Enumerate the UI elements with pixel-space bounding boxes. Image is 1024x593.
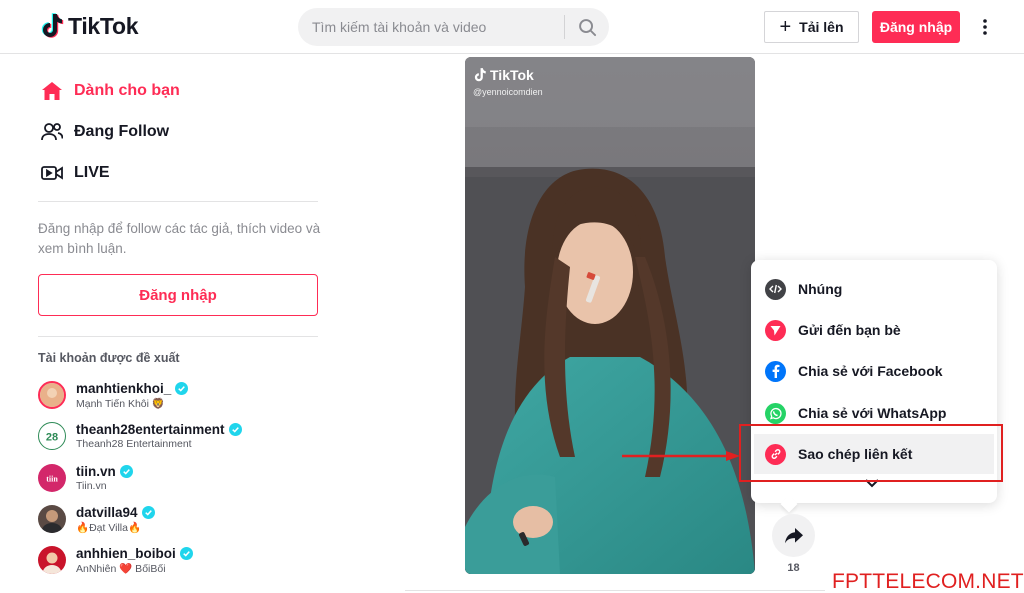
account-username: manhtienkhoi_ <box>76 381 189 396</box>
send-icon <box>765 319 786 341</box>
more-options-button[interactable] <box>976 14 994 40</box>
watermark-username: @yennoicomdien <box>473 87 543 97</box>
menu-pointer <box>780 495 798 513</box>
suggested-account[interactable]: manhtienkhoi_ Mạnh Tiến Khôi 🦁 <box>38 377 189 413</box>
site-watermark: FPTTELECOM.NET <box>832 570 1024 593</box>
verified-icon <box>141 505 155 519</box>
avatar: tiin <box>38 464 66 492</box>
home-icon <box>40 79 64 103</box>
nav-label: Đang Follow <box>74 123 170 140</box>
account-username: anhhien_boiboi <box>76 546 193 561</box>
suggested-account[interactable]: anhhien_boiboi AnNhiên ❤️ BốiBối <box>38 542 193 578</box>
plus-icon: + <box>779 16 792 38</box>
nav-label: LIVE <box>74 164 110 181</box>
annotation-arrow-icon <box>622 451 740 461</box>
divider <box>405 590 825 591</box>
avatar <box>38 505 66 533</box>
highlight-box <box>739 424 1003 482</box>
divider <box>38 201 318 202</box>
account-username: datvilla94 <box>76 505 155 520</box>
upload-label: Tải lên <box>799 19 844 35</box>
tiktok-logo-icon <box>41 13 64 38</box>
live-icon <box>40 161 64 185</box>
video-player[interactable]: TikTok @yennoicomdien <box>465 57 755 574</box>
account-display-name: AnNhiên ❤️ BốiBối <box>76 562 166 575</box>
svg-text:tiin: tiin <box>46 475 58 484</box>
login-hint-text: Đăng nhập để follow các tác giả, thích v… <box>38 221 321 256</box>
avatar <box>38 381 66 409</box>
users-icon <box>40 120 64 144</box>
share-embed[interactable]: Nhúng <box>751 269 997 309</box>
account-username: tiin.vn <box>76 464 133 479</box>
verified-icon <box>179 546 193 560</box>
tiktok-logo[interactable]: TikTok <box>40 12 139 40</box>
top-bar: TikTok + Tải lên Đăng nhập <box>0 0 1024 54</box>
avatar: 28 <box>38 422 66 450</box>
search-icon <box>578 18 596 36</box>
tiktok-logo-icon <box>474 68 486 82</box>
suggested-account[interactable]: tiin tiin.vn Tiin.vn <box>38 460 133 496</box>
nav-item-live[interactable]: LIVE <box>40 161 110 185</box>
account-display-name: Tiin.vn <box>76 480 107 492</box>
search-button[interactable] <box>565 8 609 46</box>
divider <box>38 336 318 337</box>
nav-label: Dành cho bạn <box>74 82 180 99</box>
logo-text: TikTok <box>68 12 139 39</box>
suggested-accounts-title: Tài khoản được đề xuất <box>38 351 180 365</box>
search-input[interactable] <box>298 8 564 46</box>
search-bar <box>298 8 609 46</box>
verified-icon <box>175 381 189 395</box>
nav-item-for-you[interactable]: Dành cho bạn <box>40 79 180 103</box>
sidebar: Dành cho bạn Đang Follow LIVE Đăng nhập … <box>0 55 340 593</box>
account-display-name: 🔥Đạt Villa🔥 <box>76 521 142 534</box>
share-button[interactable] <box>772 514 815 557</box>
suggested-account[interactable]: datvilla94 🔥Đạt Villa🔥 <box>38 501 155 537</box>
share-count: 18 <box>787 562 800 574</box>
account-display-name: Theanh28 Entertainment <box>76 438 192 450</box>
verified-icon <box>228 423 242 436</box>
facebook-icon <box>765 360 786 382</box>
whatsapp-icon <box>765 402 786 424</box>
account-display-name: Mạnh Tiến Khôi 🦁 <box>76 397 165 410</box>
nav-item-following[interactable]: Đang Follow <box>40 120 169 144</box>
share-arrow-icon <box>784 528 803 544</box>
embed-icon <box>765 278 786 300</box>
verified-icon <box>119 465 133 478</box>
upload-button[interactable]: + Tải lên <box>764 11 859 43</box>
share-send-to-friends[interactable]: Gửi đến bạn bè <box>751 310 997 350</box>
sidebar-login-button[interactable]: Đăng nhập <box>38 274 318 316</box>
avatar <box>38 546 66 574</box>
suggested-account[interactable]: 28 theanh28entertainment Theanh28 Entert… <box>38 418 242 454</box>
watermark-logo-text: TikTok <box>490 67 534 83</box>
account-username: theanh28entertainment <box>76 422 242 437</box>
more-vertical-icon <box>983 19 987 35</box>
video-watermark: TikTok @yennoicomdien <box>473 67 543 97</box>
svg-text:28: 28 <box>46 432 58 444</box>
share-facebook[interactable]: Chia sẻ với Facebook <box>751 351 997 391</box>
video-frame <box>465 57 755 574</box>
header-login-button[interactable]: Đăng nhập <box>872 11 960 43</box>
